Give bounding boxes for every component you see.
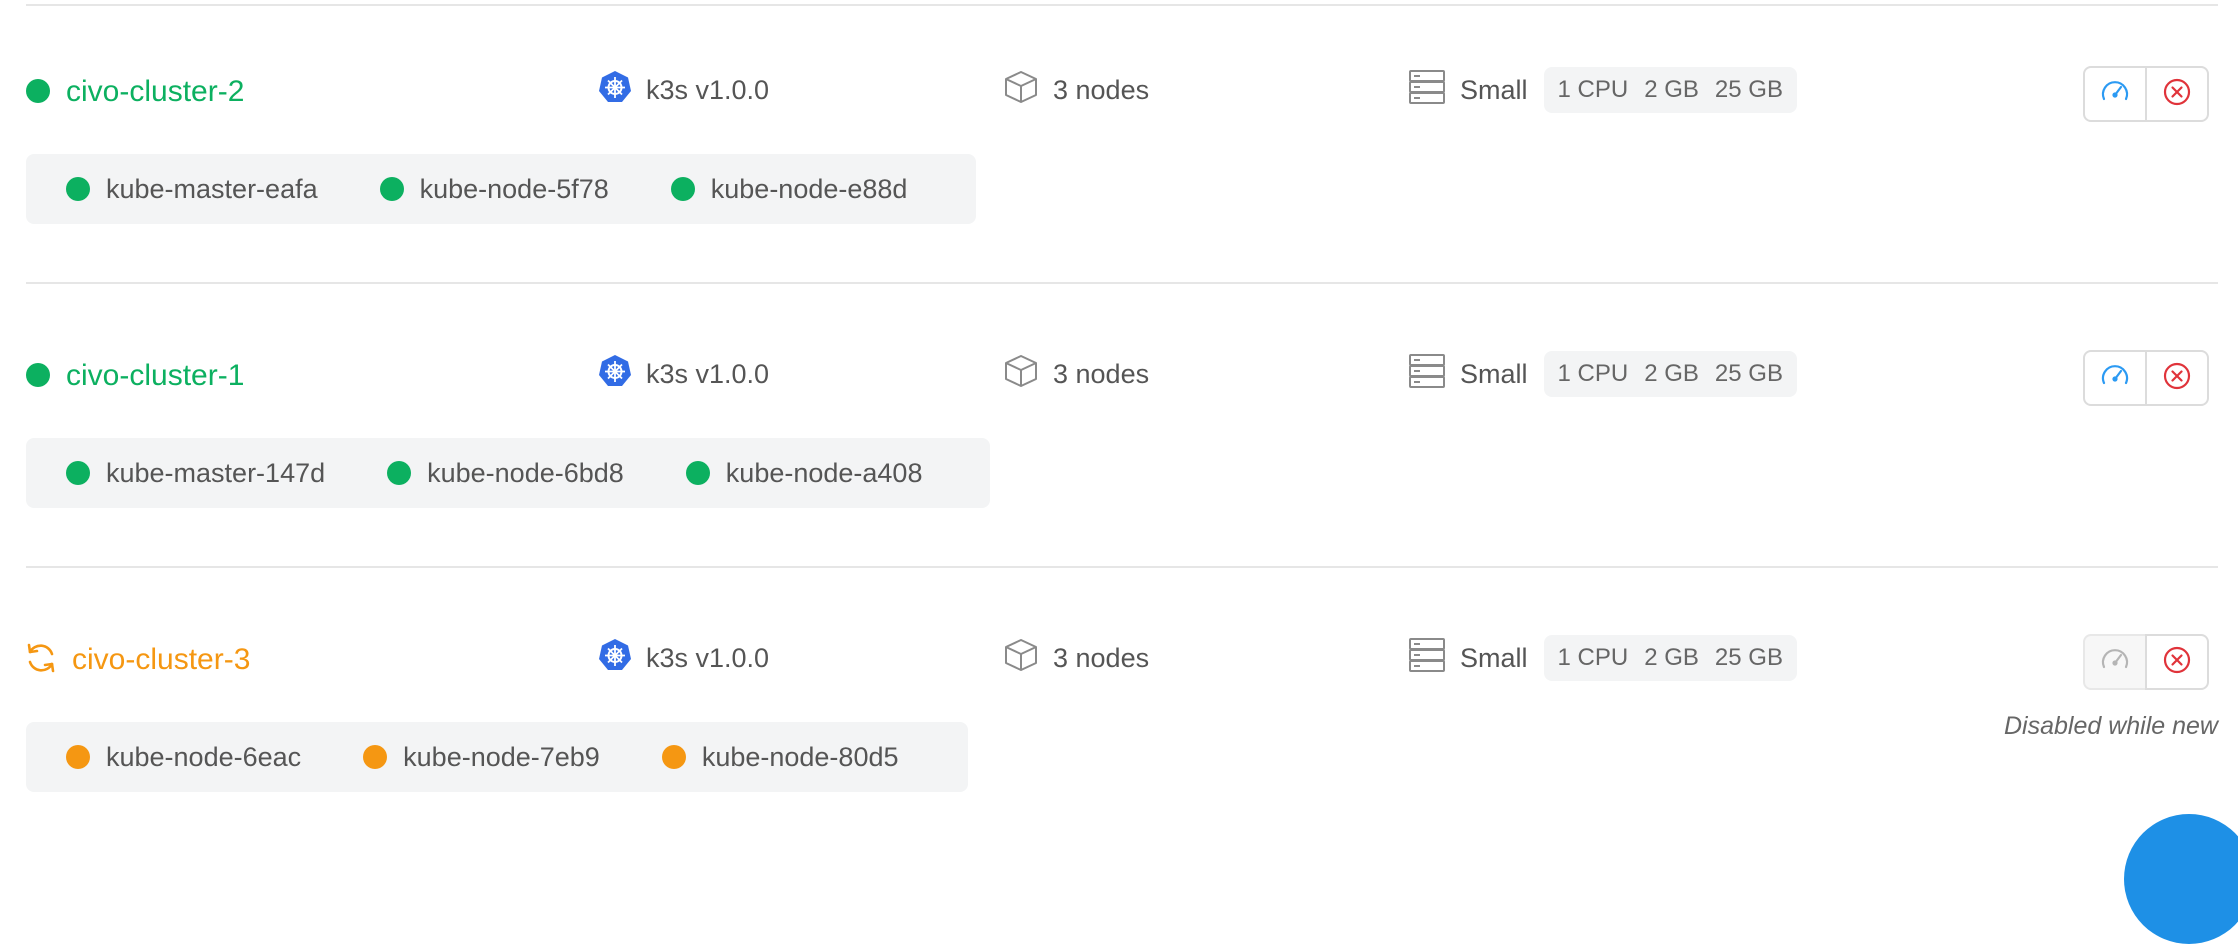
cube-icon <box>1003 69 1039 112</box>
cluster-size: Small 1 CPU 2 GB 25 GB <box>1408 351 1797 397</box>
kubernetes-icon <box>598 638 632 679</box>
version-label: k3s v1.0.0 <box>646 74 770 105</box>
node-list: kube-master-147d kube-node-6bd8 kube-nod… <box>26 438 990 508</box>
version-label: k3s v1.0.0 <box>646 642 770 673</box>
size-label: Small <box>1460 642 1528 673</box>
cluster-name-link[interactable]: civo-cluster-2 <box>66 72 244 112</box>
node-status-dot <box>363 745 388 769</box>
cluster-node-count: 3 nodes <box>1003 68 1149 112</box>
node-list: kube-node-6eac kube-node-7eb9 kube-node-… <box>26 722 968 792</box>
spec-disk: 25 GB <box>1714 76 1783 103</box>
cluster-size: Small 1 CPU 2 GB 25 GB <box>1408 67 1797 113</box>
gauge-icon <box>2100 361 2130 396</box>
size-label: Small <box>1460 74 1528 105</box>
server-icon <box>1408 353 1446 396</box>
delete-button[interactable] <box>2145 350 2209 406</box>
node-name: kube-node-a408 <box>725 457 923 488</box>
delete-button[interactable] <box>2145 634 2209 690</box>
node-count-label: 3 nodes <box>1053 642 1150 673</box>
node-name: kube-node-7eb9 <box>403 741 600 772</box>
cluster-actions <box>2083 634 2215 690</box>
node-item[interactable]: kube-node-e88d <box>670 173 908 205</box>
node-status-dot <box>379 177 404 201</box>
version-label: k3s v1.0.0 <box>646 358 770 389</box>
node-item[interactable]: kube-master-147d <box>66 458 325 489</box>
spec-cpu: 1 CPU <box>1557 360 1629 387</box>
spec-cpu: 1 CPU <box>1557 644 1629 671</box>
refresh-icon <box>24 641 58 680</box>
node-name: kube-master-eafa <box>106 173 318 204</box>
cluster-row: civo-cluster-1 k3s v1.0.0 3 nodes Small … <box>0 284 2238 568</box>
disabled-note: Disabled while new <box>2003 712 2218 740</box>
dashboard-button[interactable] <box>2083 350 2147 406</box>
spec-ram: 2 GB <box>1644 76 1699 103</box>
status-dot-active <box>26 363 50 387</box>
node-item[interactable]: kube-node-80d5 <box>661 741 899 773</box>
server-icon <box>1408 637 1446 680</box>
node-name: kube-node-6eac <box>106 741 302 772</box>
kubernetes-icon <box>598 70 632 111</box>
spec-ram: 2 GB <box>1644 360 1699 387</box>
node-name: kube-master-147d <box>106 457 326 488</box>
cluster-name-link[interactable]: civo-cluster-1 <box>66 356 244 396</box>
node-item[interactable]: kube-node-6bd8 <box>387 458 624 489</box>
node-item[interactable]: kube-node-a408 <box>685 457 923 489</box>
cluster-version: k3s v1.0.0 <box>598 68 769 112</box>
cluster-size: Small 1 CPU 2 GB 25 GB <box>1408 635 1797 681</box>
cluster-node-count: 3 nodes <box>1003 636 1149 680</box>
node-name: kube-node-80d5 <box>701 741 899 772</box>
node-name: kube-node-e88d <box>710 173 908 204</box>
node-count-label: 3 nodes <box>1053 74 1150 105</box>
node-status-dot <box>66 745 90 769</box>
size-spec-tags: 1 CPU 2 GB 25 GB <box>1543 67 1797 113</box>
cube-icon <box>1003 637 1039 680</box>
cube-icon <box>1003 353 1039 396</box>
cluster-name-link[interactable]: civo-cluster-3 <box>72 640 250 680</box>
node-status-dot <box>387 461 412 485</box>
node-item[interactable]: kube-node-6eac <box>66 742 301 773</box>
gauge-icon <box>2100 645 2130 680</box>
close-circle-icon <box>2162 77 2192 112</box>
cluster-row: civo-cluster-3 k3s v1.0.0 3 nodes Small … <box>0 568 2238 850</box>
size-label: Small <box>1460 358 1528 389</box>
node-status-dot <box>670 177 695 201</box>
node-item[interactable]: kube-node-7eb9 <box>363 742 600 773</box>
spec-disk: 25 GB <box>1714 360 1783 387</box>
cluster-node-count: 3 nodes <box>1003 352 1149 396</box>
cluster-actions <box>2083 66 2215 122</box>
node-item[interactable]: kube-node-5f78 <box>379 173 609 205</box>
spec-ram: 2 GB <box>1644 644 1699 671</box>
node-count-label: 3 nodes <box>1053 358 1150 389</box>
status-dot-active <box>26 79 50 103</box>
node-item[interactable]: kube-master-eafa <box>66 174 318 205</box>
dashboard-button[interactable] <box>2083 66 2147 122</box>
close-circle-icon <box>2162 361 2192 396</box>
node-status-dot <box>66 177 90 201</box>
size-spec-tags: 1 CPU 2 GB 25 GB <box>1543 351 1797 397</box>
delete-button[interactable] <box>2145 66 2209 122</box>
server-icon <box>1408 69 1446 112</box>
size-spec-tags: 1 CPU 2 GB 25 GB <box>1543 635 1797 681</box>
spec-disk: 25 GB <box>1714 644 1783 671</box>
cluster-row: civo-cluster-2 k3s v1.0.0 3 nodes Small … <box>0 0 2238 284</box>
cluster-version: k3s v1.0.0 <box>598 636 769 680</box>
close-circle-icon <box>2162 645 2192 680</box>
node-list: kube-master-eafa kube-node-5f78 kube-nod… <box>26 154 976 224</box>
dashboard-button-disabled <box>2083 634 2147 690</box>
gauge-icon <box>2100 77 2130 112</box>
cluster-version: k3s v1.0.0 <box>598 352 769 396</box>
spec-cpu: 1 CPU <box>1557 76 1629 103</box>
node-status-dot <box>685 461 710 485</box>
node-name: kube-node-5f78 <box>419 173 609 204</box>
node-status-dot <box>66 461 90 485</box>
kubernetes-icon <box>598 354 632 395</box>
node-status-dot <box>661 745 686 769</box>
cluster-actions <box>2083 350 2215 406</box>
node-name: kube-node-6bd8 <box>427 457 624 488</box>
